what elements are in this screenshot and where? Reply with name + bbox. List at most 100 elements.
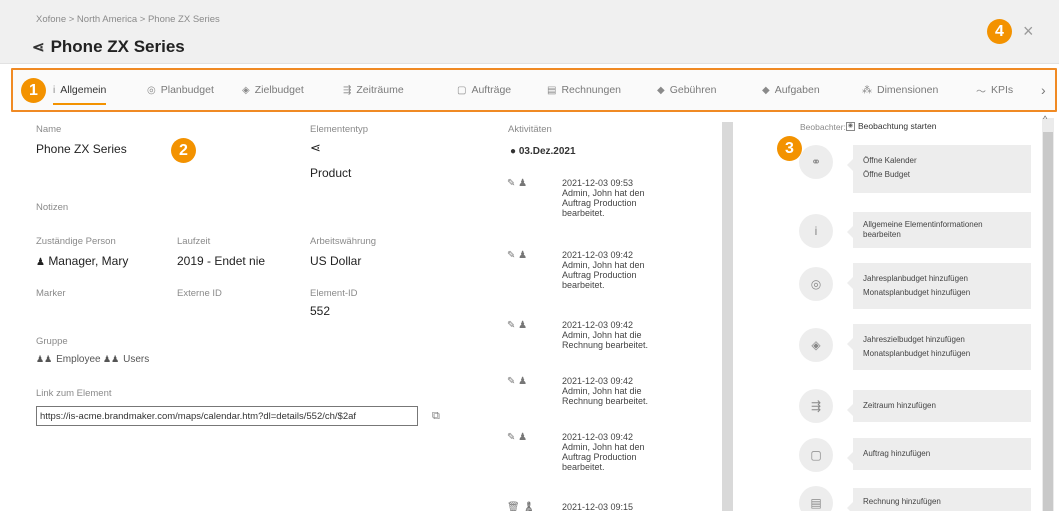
name-value: Phone ZX Series xyxy=(36,142,127,156)
runtime-label: Laufzeit xyxy=(177,236,211,247)
person-icon: ♟ xyxy=(518,320,528,331)
person-label: Zuständige Person xyxy=(36,236,116,247)
external-id-label: Externe ID xyxy=(177,288,222,299)
tab-zielbudget[interactable]: ◈ Zielbudget xyxy=(242,70,304,110)
quick-action-plan-budget[interactable]: Jahresplanbudget hinzufügen Monatsplanbu… xyxy=(847,263,1031,309)
activity-time: 2021-12-03 09:53 xyxy=(562,178,634,188)
hierarchy-icon: ⋖ xyxy=(310,140,321,155)
quick-action-add-invoice[interactable]: Rechnung hinzufügen xyxy=(847,488,1031,511)
activity-date-header: ● 03.Dez.2021 xyxy=(510,146,576,157)
tab-gebuehren[interactable]: ◆ Gebühren xyxy=(657,70,716,110)
quick-action-link[interactable]: Zeitraum hinzufügen xyxy=(863,401,1021,411)
element-type-value: Product xyxy=(310,166,352,180)
activity-line: Auftrag Production xyxy=(562,452,637,462)
quick-action-link[interactable]: Öffne Kalender xyxy=(863,156,1021,166)
timeline-icon: ⇶ xyxy=(343,84,352,96)
quick-action-link[interactable]: Jahreszielbudget hinzufügen xyxy=(863,335,1021,345)
target-icon[interactable]: ◈ xyxy=(799,328,833,362)
activity-text: 2021-12-03 09:42 Admin, John hat die Rec… xyxy=(562,376,702,406)
person-icon: ♟ xyxy=(36,257,45,268)
info-icon: i xyxy=(53,84,56,96)
right-scrollbar[interactable] xyxy=(1042,118,1054,511)
quick-action-link[interactable]: Monatsplanbudget hinzufügen xyxy=(863,349,1021,359)
element-type-label: Elemententyp xyxy=(310,124,369,135)
runtime-value: 2019 - Endet nie xyxy=(177,254,266,268)
quick-action-link[interactable]: Öffne Budget xyxy=(863,170,1021,180)
quick-action-open[interactable]: Öffne Kalender Öffne Budget xyxy=(847,145,1031,193)
pencil-icon: ✎ xyxy=(507,320,516,331)
tab-label: KPIs xyxy=(991,84,1014,96)
activity-line: Admin, John hat den xyxy=(562,260,645,270)
callout-badge-4: 4 xyxy=(987,19,1012,44)
quick-action-link[interactable]: Monatsplanbudget hinzufügen xyxy=(863,288,1021,298)
quick-action-link[interactable]: Jahresplanbudget hinzufügen xyxy=(863,274,1021,284)
quick-action-target-budget[interactable]: Jahreszielbudget hinzufügen Monatsplanbu… xyxy=(847,324,1031,370)
tab-kpis[interactable]: 〜 KPIs xyxy=(976,70,1013,110)
activity-text: 2021-12-03 09:15 xyxy=(562,502,702,511)
quick-action-link[interactable]: Rechnung hinzufügen xyxy=(863,497,1021,507)
activity-scrollbar[interactable] xyxy=(722,122,733,511)
callout-badge-3: 3 xyxy=(777,136,802,161)
observer-label: Beobachter: xyxy=(800,122,846,132)
dimensions-icon: ⁂ xyxy=(862,84,872,96)
page-title: ⋖ Phone ZX Series xyxy=(32,37,185,57)
tab-aufgaben[interactable]: ◆ Aufgaben xyxy=(762,70,820,110)
tab-zeitraeume[interactable]: ⇶ Zeiträume xyxy=(343,70,404,110)
person-name: Manager, Mary xyxy=(48,254,129,268)
activities-title: Aktivitäten xyxy=(508,124,552,135)
marker-label: Marker xyxy=(36,288,66,299)
activity-text: 2021-12-03 09:53 Admin, John hat den Auf… xyxy=(562,178,702,218)
info-icon[interactable]: i xyxy=(799,214,833,248)
close-button[interactable]: × xyxy=(1023,22,1034,40)
order-icon[interactable]: ▢ xyxy=(799,438,833,472)
start-observing-label: Beobachtung starten xyxy=(858,121,937,131)
tab-dimensionen[interactable]: ⁂ Dimensionen xyxy=(862,70,938,110)
timeline-icon[interactable]: ⇶ xyxy=(799,389,833,423)
scrollbar-thumb[interactable] xyxy=(1043,132,1053,511)
invoice-icon[interactable]: ▤ xyxy=(799,486,833,511)
tabs-scroll-right-button[interactable]: › xyxy=(1041,70,1046,110)
group-name: Employee xyxy=(56,354,101,365)
quick-action-link[interactable]: Auftrag hinzufügen xyxy=(863,449,1021,459)
group-chip-employee[interactable]: ♟♟ Employee xyxy=(36,354,101,365)
group-icon: ♟♟ xyxy=(103,354,120,364)
currency-label: Arbeitswährung xyxy=(310,236,377,247)
quick-action-add-period[interactable]: Zeitraum hinzufügen xyxy=(847,390,1031,422)
element-link-input[interactable] xyxy=(36,406,418,426)
tab-bar: 1 i Allgemein ◎ Planbudget ◈ Zielbudget … xyxy=(11,68,1057,112)
activity-time: 2021-12-03 09:15 xyxy=(562,502,634,511)
activity-text: 2021-12-03 09:42 Admin, John hat den Auf… xyxy=(562,250,702,290)
copy-icon[interactable]: ⧉ xyxy=(432,410,440,423)
person-icon: ♟ xyxy=(522,502,536,511)
scroll-up-icon[interactable]: ^ xyxy=(1043,114,1047,124)
group-chip-users[interactable]: ♟♟ Users xyxy=(103,354,149,365)
tab-label: Aufträge xyxy=(471,84,512,96)
link-icon[interactable]: ⚭ xyxy=(799,145,833,179)
pencil-icon: ✎ xyxy=(507,376,516,387)
quick-action-add-order[interactable]: Auftrag hinzufügen xyxy=(847,438,1031,470)
order-icon: ▢ xyxy=(457,84,467,96)
tab-rechnungen[interactable]: ▤ Rechnungen xyxy=(547,70,621,110)
budget-icon[interactable]: ◎ xyxy=(799,267,833,301)
quick-action-link[interactable]: Allgemeine Elementinformationen bearbeit… xyxy=(863,220,993,240)
person-value: ♟ Manager, Mary xyxy=(36,254,128,268)
breadcrumb[interactable]: Xofone > North America > Phone ZX Series xyxy=(36,14,220,25)
quick-action-edit-info[interactable]: Allgemeine Elementinformationen bearbeit… xyxy=(847,212,1031,248)
start-observing-button[interactable]: ◉ Beobachtung starten xyxy=(846,121,936,131)
tab-label: Allgemein xyxy=(60,84,107,96)
tab-label: Zeiträume xyxy=(356,84,404,96)
activity-line: bearbeitet. xyxy=(562,280,605,290)
content-area: Name Phone ZX Series 2 Elemententyp ⋖ Pr… xyxy=(0,114,1059,511)
hierarchy-icon: ⋖ xyxy=(32,39,45,56)
person-icon: ♟ xyxy=(518,432,528,443)
target-icon: ◈ xyxy=(242,84,250,96)
activity-time: 2021-12-03 09:42 xyxy=(562,320,634,330)
tab-planbudget[interactable]: ◎ Planbudget xyxy=(147,70,214,110)
group-icon: ♟♟ xyxy=(36,354,53,364)
tab-allgemein[interactable]: i Allgemein xyxy=(53,70,107,110)
eye-icon: ◉ xyxy=(846,121,855,131)
callout-badge-1: 1 xyxy=(21,78,46,103)
activity-icons: ✎ ♟ xyxy=(507,250,527,261)
activity-date: 03.Dez.2021 xyxy=(518,146,576,157)
tab-auftraege[interactable]: ▢ Aufträge xyxy=(457,70,511,110)
